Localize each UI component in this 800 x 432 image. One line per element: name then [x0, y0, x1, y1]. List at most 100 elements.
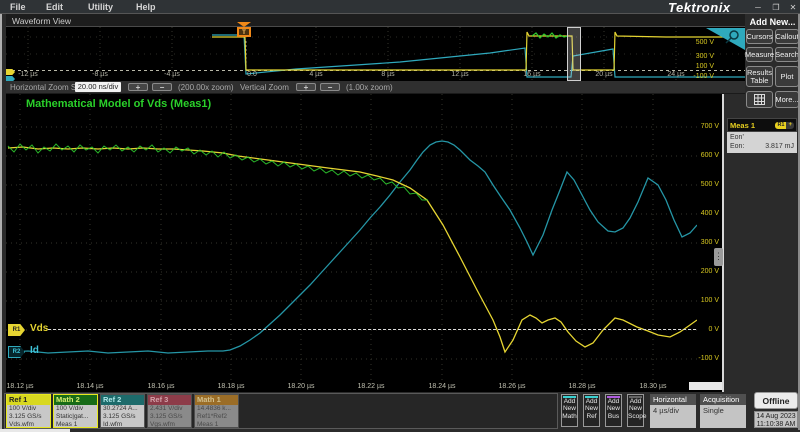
zero-volt-refline: [48, 329, 696, 330]
main-volt-label: -100 V: [698, 355, 719, 362]
main-time-label: 18.30 µs: [633, 383, 673, 390]
meas1-result-badge[interactable]: Meas 1 R1 + Eon' Eon: 3.817 mJ: [727, 118, 797, 153]
acquisition-value: Single: [700, 405, 746, 428]
restore-icon[interactable]: ❐: [770, 2, 782, 13]
channel-badge-math2[interactable]: Math 2 100 V/div Static|gat... Meas 1: [53, 394, 98, 428]
hz-zoom-factor: (200.00x zoom): [178, 83, 234, 92]
overview-time-zero-label: 0.0: [234, 71, 270, 78]
main-time-label: 18.16 µs: [141, 383, 181, 390]
hz-zoom-scale-value[interactable]: 20.00 ns/div: [75, 82, 121, 92]
measure-button[interactable]: Measure: [746, 47, 773, 62]
overview-magnifier-icon[interactable]: [706, 28, 745, 50]
vds-trace-label[interactable]: Vds: [30, 323, 48, 334]
badge-line: 100 V/div: [7, 405, 50, 413]
minimize-icon[interactable]: ─: [752, 2, 764, 13]
badge-title: Ref 3: [148, 395, 191, 405]
badge-title: Ref 1: [7, 395, 50, 405]
horizontal-value: 4 µs/div: [650, 405, 696, 428]
meas1-header: Meas 1 R1 +: [727, 118, 797, 132]
meas1-expand-button[interactable]: +: [786, 122, 794, 129]
overview-time-label: 4 µs: [298, 71, 334, 78]
acquisition-title: Acquisition: [700, 394, 746, 405]
tektronix-logo: Tektronix: [668, 0, 731, 15]
menu-file[interactable]: File: [10, 2, 26, 12]
callout-button[interactable]: Callout: [775, 29, 799, 44]
meas1-row2-value: 3.817 mJ: [765, 142, 794, 151]
id-trace-label[interactable]: Id: [30, 345, 39, 356]
ref-color-bar: [585, 396, 598, 398]
search-button[interactable]: Search: [775, 47, 799, 62]
badge-line: 14.4836 k...: [195, 405, 238, 413]
plot-button[interactable]: Plot: [775, 66, 799, 87]
badge-line: 3.125 GS/s: [7, 413, 50, 421]
badge-line: 2.431 V/div: [148, 405, 191, 413]
badge-line: 100 V/div: [54, 405, 97, 413]
badge-line: Ref1*Ref2: [195, 413, 238, 421]
math-color-bar: [563, 396, 576, 398]
main-time-label: 18.26 µs: [492, 383, 532, 390]
overview-time-label: 20 µs: [586, 71, 622, 78]
main-time-label: 18.20 µs: [281, 383, 321, 390]
channel-badge-ref2[interactable]: Ref 2 30.2724 A... 3.125 GS/s Id.wfm: [100, 394, 145, 428]
menu-utility[interactable]: Utility: [88, 2, 113, 12]
horizontal-title: Horizontal: [650, 394, 696, 405]
main-waveform-plot[interactable]: [6, 94, 722, 381]
badge-line: Id.wfm: [101, 421, 144, 429]
add-new-ref-button[interactable]: Add New Ref: [583, 394, 600, 427]
overview-time-label: 12 µs: [442, 71, 478, 78]
cursors-button[interactable]: Cursors: [746, 29, 773, 44]
main-volt-label: 0 V: [698, 326, 719, 333]
add-new-scope-button[interactable]: Add New Scope: [627, 394, 644, 427]
scrollbar[interactable]: [689, 382, 722, 390]
overview-volt-label: 100 V: [688, 63, 714, 70]
add-new-header: Add New...: [745, 17, 800, 27]
acquisition-settings-panel[interactable]: Acquisition Single: [700, 394, 746, 427]
meas1-name: Meas 1: [730, 121, 775, 130]
vt-zoom-plus-button[interactable]: +: [296, 83, 316, 91]
channel-badge-math1[interactable]: Math 1 14.4836 k... Ref1*Ref2 Meas 1: [194, 394, 239, 428]
hz-zoom-minus-button[interactable]: −: [152, 83, 172, 91]
bus-color-bar: [607, 396, 620, 398]
window-edge-left: [0, 14, 2, 430]
results-table-button[interactable]: Results Table: [746, 66, 773, 87]
splitter-drag-handle[interactable]: ⋮: [714, 248, 723, 266]
menu-help[interactable]: Help: [136, 2, 156, 12]
main-time-label: 18.24 µs: [422, 383, 462, 390]
add-new-bus-button[interactable]: Add New Bus: [605, 394, 622, 427]
main-traces: [6, 94, 697, 381]
horizontal-settings-panel[interactable]: Horizontal 4 µs/div: [650, 394, 696, 427]
badge-line: Meas 1: [54, 421, 97, 429]
trigger-marker[interactable]: T: [237, 22, 251, 37]
meas1-source-pill: R1: [775, 122, 786, 129]
tab-waveform-view[interactable]: Waveform View: [12, 16, 71, 26]
main-time-label: 18.18 µs: [211, 383, 251, 390]
badge-line: 30.2724 A...: [101, 405, 144, 413]
more-button[interactable]: More...: [775, 91, 799, 108]
main-time-label: 18.12 µs: [0, 383, 40, 390]
menu-edit[interactable]: Edit: [46, 2, 63, 12]
offline-button[interactable]: Offline: [754, 392, 798, 409]
main-volt-label: 300 V: [698, 239, 719, 246]
main-volt-label: 200 V: [698, 268, 719, 275]
badge-line: Static|gat...: [54, 413, 97, 421]
vt-zoom-factor: (1.00x zoom): [346, 83, 393, 92]
channel-badge-ref3[interactable]: Ref 3 2.431 V/div 3.125 GS/s Vgs.wfm: [147, 394, 192, 428]
badge-title: Ref 2: [101, 395, 144, 405]
overview-time-label: -12 µs: [10, 71, 46, 78]
add-new-math-button[interactable]: Add New Math: [561, 394, 578, 427]
hz-zoom-plus-button[interactable]: +: [128, 83, 148, 91]
apps-grid-icon: [754, 94, 765, 105]
meas1-row1-label: Eon': [730, 133, 744, 142]
mask-grid-button[interactable]: [746, 91, 773, 108]
close-icon[interactable]: ✕: [787, 2, 799, 13]
vt-zoom-minus-button[interactable]: −: [320, 83, 340, 91]
channel-badge-ref1[interactable]: Ref 1 100 V/div 3.125 GS/s Vds.wfm: [6, 394, 51, 428]
zoom-window-handle[interactable]: [567, 27, 581, 81]
scope-color-bar: [629, 396, 642, 398]
badge-line: 3.125 GS/s: [148, 413, 191, 421]
overview-volt-label: -100 V: [688, 73, 714, 80]
main-volt-label: 400 V: [698, 210, 719, 217]
panel-splitter[interactable]: [722, 94, 724, 392]
main-time-label: 18.22 µs: [351, 383, 391, 390]
overview-volt-label: 300 V: [688, 53, 714, 60]
